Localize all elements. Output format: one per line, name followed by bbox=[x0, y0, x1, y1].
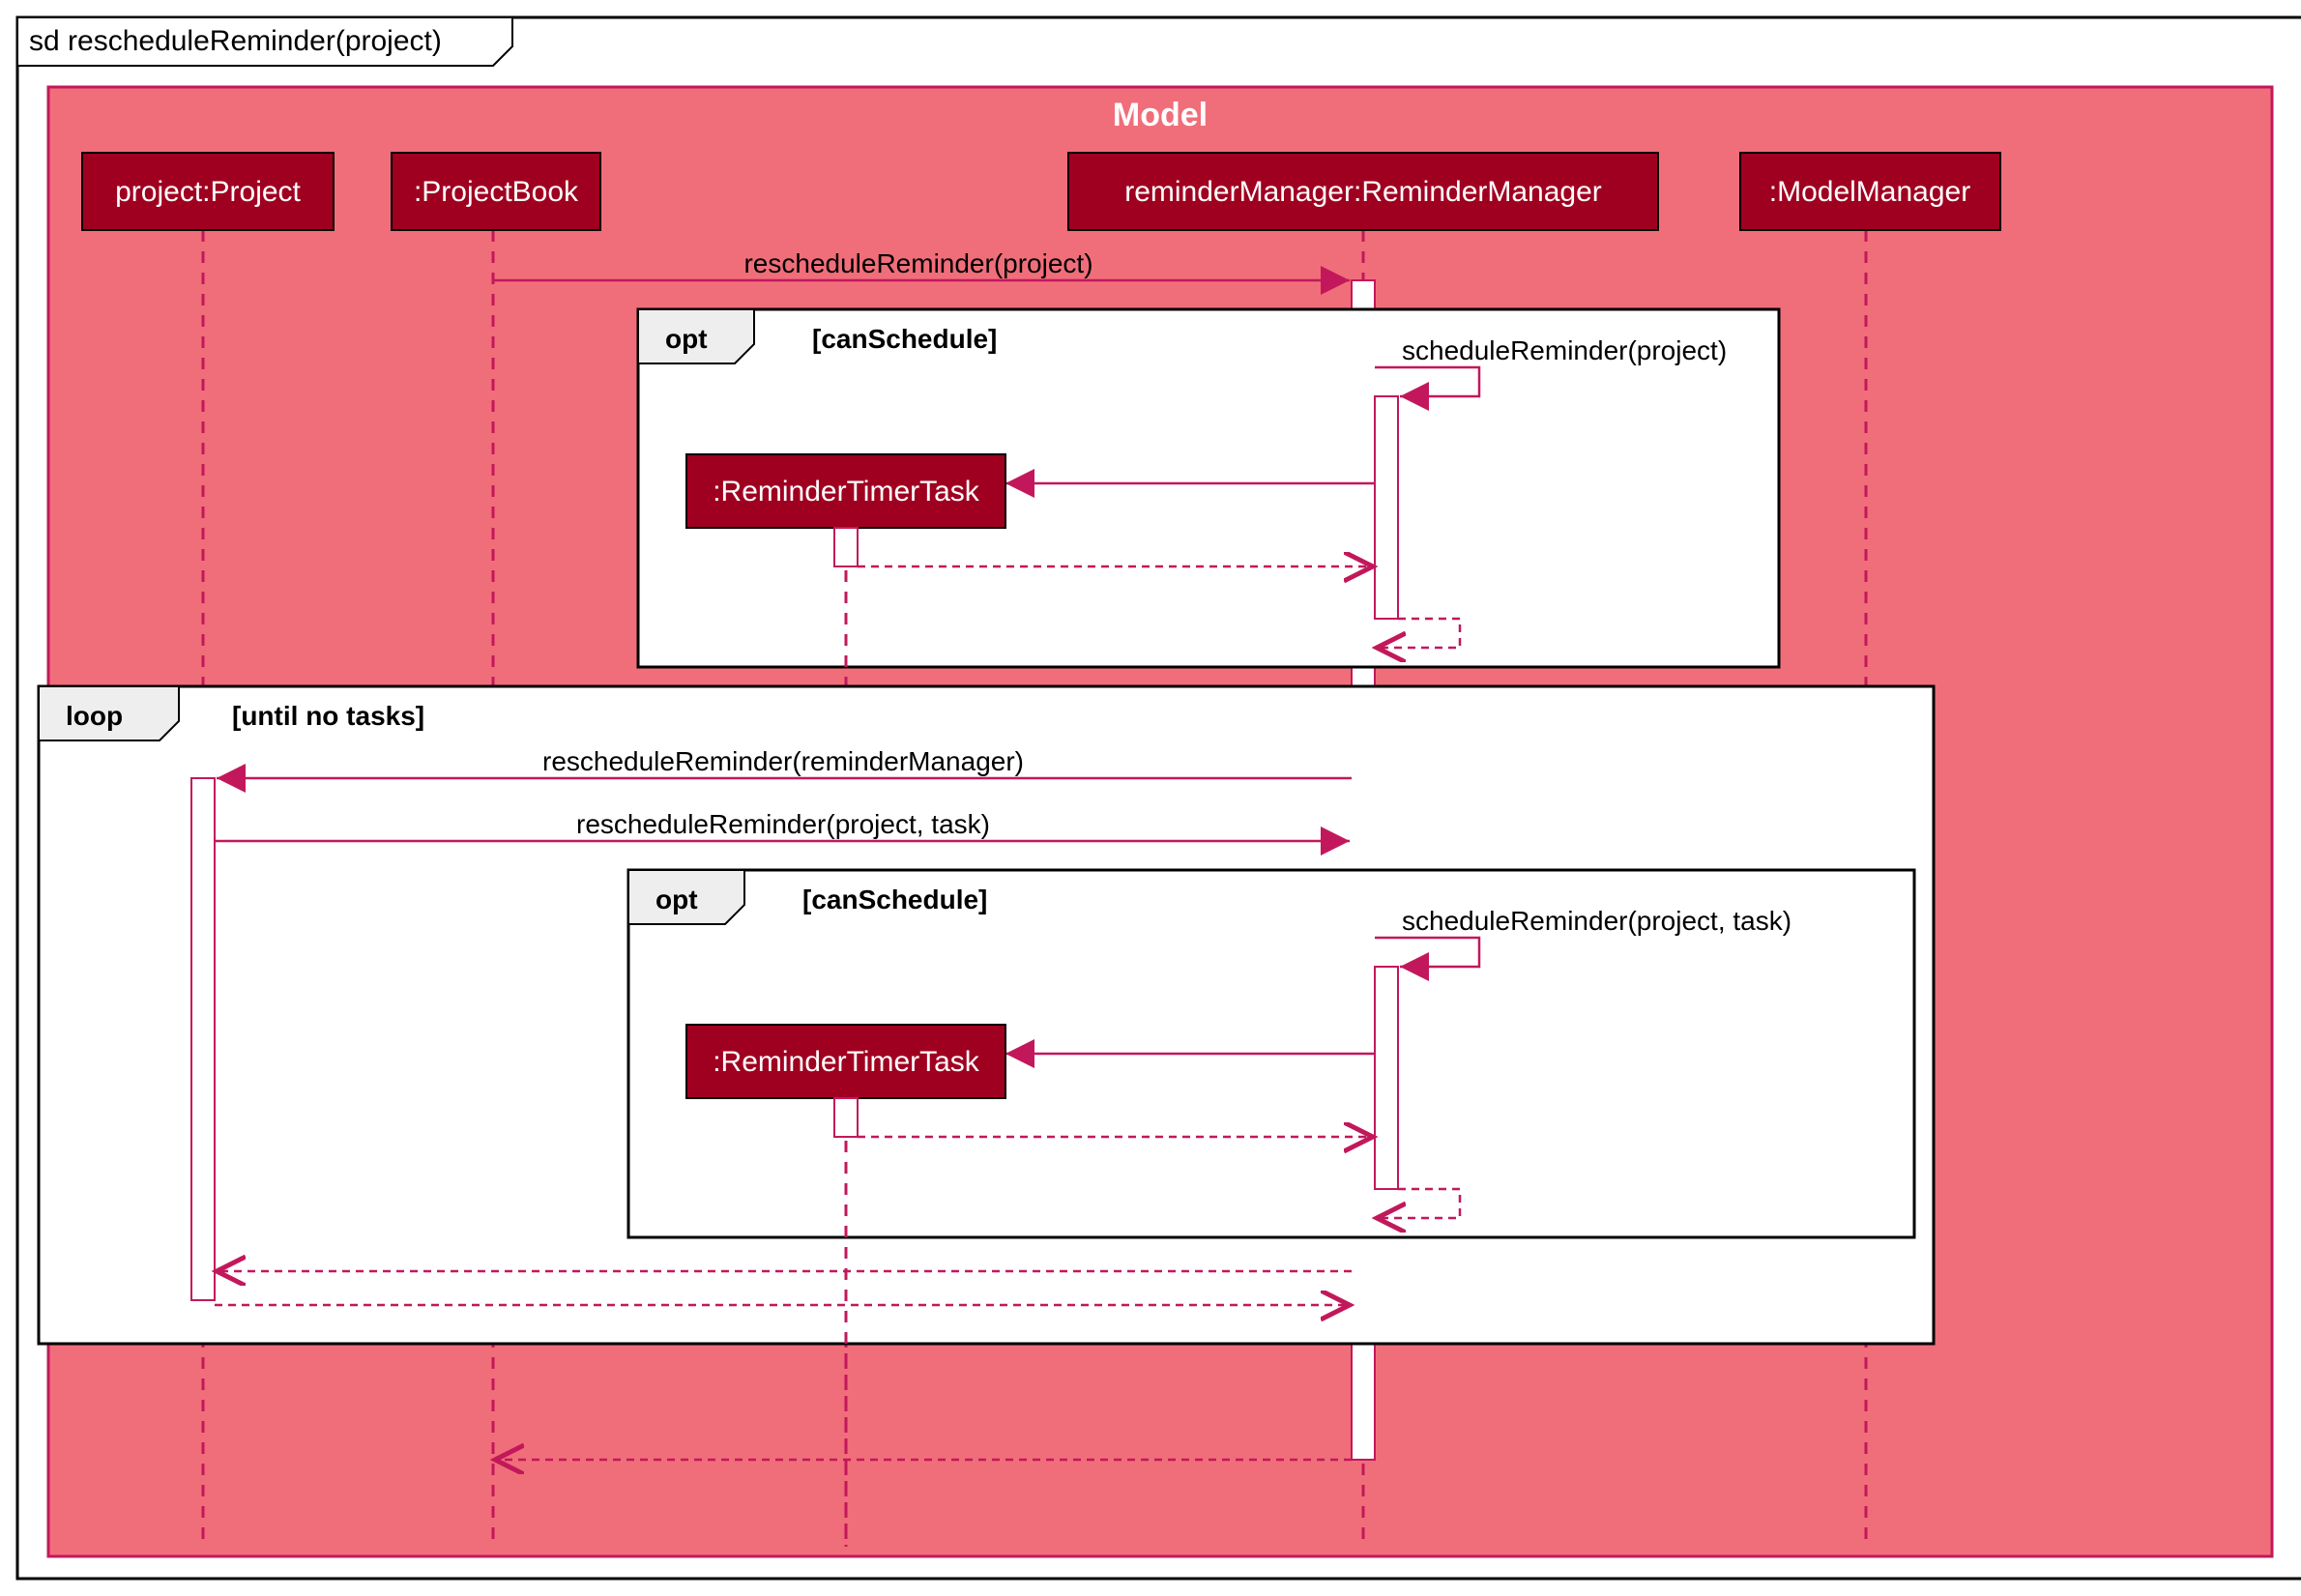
sequence-diagram: sd rescheduleReminder(project) Model pro… bbox=[10, 10, 2301, 1586]
opt1-guard: [canSchedule] bbox=[812, 324, 997, 354]
activation-schedule1 bbox=[1375, 396, 1398, 619]
activation-project bbox=[191, 778, 215, 1300]
activation-schedule2 bbox=[1375, 967, 1398, 1189]
lifeline-timertask2-label: :ReminderTimerTask bbox=[713, 1046, 980, 1078]
lifeline-projectbook-label: :ProjectBook bbox=[414, 176, 579, 208]
loop-type: loop bbox=[66, 701, 123, 731]
activation-timertask1 bbox=[834, 528, 858, 566]
lifeline-timertask1-label: :ReminderTimerTask bbox=[713, 476, 980, 508]
lifeline-remindermanager-label: reminderManager:ReminderManager bbox=[1124, 176, 1602, 208]
sd-title: sd rescheduleReminder(project) bbox=[29, 25, 442, 57]
msg-reschedule-project-label: rescheduleReminder(project) bbox=[743, 248, 1092, 278]
opt1-type: opt bbox=[665, 324, 708, 354]
msg-reschedule-task-label: rescheduleReminder(project, task) bbox=[576, 809, 990, 839]
msg-schedule-project-label: scheduleReminder(project) bbox=[1402, 335, 1727, 365]
msg-reschedule-rm-label: rescheduleReminder(reminderManager) bbox=[542, 746, 1024, 776]
activation-timertask2 bbox=[834, 1098, 858, 1137]
loop-guard: [until no tasks] bbox=[232, 701, 424, 731]
lifeline-project-label: project:Project bbox=[115, 176, 301, 208]
opt2-type: opt bbox=[655, 885, 698, 914]
lifeline-modelmanager-label: :ModelManager bbox=[1769, 176, 1970, 208]
msg-schedule-task-label: scheduleReminder(project, task) bbox=[1402, 906, 1791, 936]
model-title: Model bbox=[1113, 97, 1208, 133]
opt2-guard: [canSchedule] bbox=[802, 885, 987, 914]
